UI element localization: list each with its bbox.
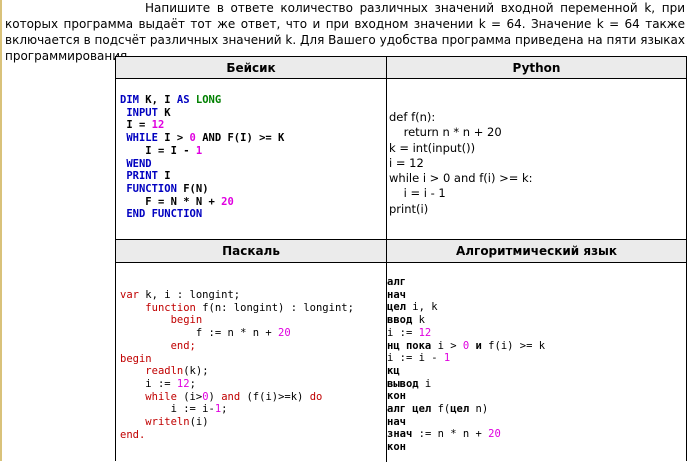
pascal-kw-end: end.	[120, 428, 146, 441]
header-basic: Бейсик	[116, 57, 386, 79]
python-line: i = i - 1	[389, 186, 446, 201]
algo-kc: кц	[387, 364, 400, 377]
algo-kw-znach: знач	[387, 428, 413, 441]
basic-kw-end-function: END FUNCTION	[126, 208, 203, 221]
algo-nc-cond2: f(i) >= k	[488, 339, 546, 352]
basic-input-var: K	[157, 106, 171, 119]
basic-kw-while: WHILE	[126, 132, 158, 145]
algo-znach-expr: := n * n +	[412, 428, 489, 441]
pascal-dec-lhs: i := i-	[170, 403, 215, 416]
algo-kw-nc: нц пока	[387, 339, 432, 352]
algo-cel-vars: i, k	[405, 301, 438, 314]
pascal-readln-args: (k);	[183, 365, 209, 378]
basic-dec-one: 1	[195, 144, 203, 157]
pascal-kw-while: while	[145, 390, 177, 403]
algo-dec-lhs: i := i -	[387, 352, 444, 365]
pascal-dec-semicolon: ;	[221, 403, 228, 416]
pascal-writeln-args: (i)	[189, 416, 209, 429]
pascal-kw-readln: readln	[145, 365, 184, 378]
algo-alg-cel-sig: f(	[431, 403, 451, 416]
algo-code: алг нач цел i, k ввод ki := 12 нц пока i > 0…	[387, 276, 545, 454]
left-margin-rule	[0, 0, 2, 461]
algo-alg: алг	[387, 276, 406, 288]
header-algo: Алгоритмический язык	[387, 239, 686, 263]
pascal-kw-and: and	[221, 390, 241, 403]
basic-kw-function: FUNCTION	[126, 182, 177, 195]
basic-i-assign: I =	[126, 119, 152, 132]
task-statement: Напишите в ответе количество различных з…	[5, 0, 685, 64]
algo-nc-and: и	[469, 339, 489, 352]
pascal-i-assign: i :=	[145, 377, 177, 390]
algo-kw-vyvod: вывод	[387, 377, 419, 390]
pascal-function-sig: f(n: longint) : longint;	[195, 301, 354, 314]
algo-vyvod-var: i	[418, 377, 432, 390]
algo-kw-vvod: ввод	[387, 314, 413, 327]
algo-alg-cel-arg: n)	[469, 403, 489, 416]
python-line: print(i)	[389, 201, 429, 216]
code-table: Бейсик Python Паскаль Алгоритмический яз…	[115, 56, 687, 462]
pascal-kw-end-inner: end;	[170, 339, 196, 352]
pascal-kw-begin: begin	[120, 352, 152, 365]
algo-vvod-var: k	[412, 314, 425, 327]
basic-f-num: 20	[221, 195, 234, 208]
algo-kw-cel-arg: цел	[450, 403, 470, 416]
header-python: Python	[387, 57, 686, 79]
basic-while-cond1: I >	[157, 132, 190, 145]
algo-kon: кон	[387, 390, 406, 403]
basic-kw-print: PRINT	[126, 170, 158, 183]
python-line: return n * n + 20	[389, 125, 502, 140]
pascal-kw-function: function	[145, 301, 196, 314]
basic-kw-input: INPUT	[126, 106, 158, 119]
basic-code: DIM K, I AS LONG INPUT K I = 12 WHILE I …	[120, 94, 284, 221]
basic-i-init: 12	[151, 119, 165, 132]
basic-function-sig: F(N)	[176, 182, 209, 195]
basic-dec-lhs: I = I -	[145, 144, 196, 157]
pascal-kw-begin-inner: begin	[170, 314, 203, 327]
algo-nach: нач	[387, 288, 406, 301]
algo-i-num: 12	[418, 326, 432, 339]
task-statement-text: Напишите в ответе количество различных з…	[5, 1, 685, 63]
algo-i-assign: i :=	[387, 326, 419, 339]
pascal-kw-var: var	[120, 289, 139, 301]
python-line: i = 12	[389, 155, 424, 170]
pascal-var-decl: k, i : longint;	[138, 289, 241, 301]
basic-kw-as: AS	[176, 94, 190, 106]
python-line: k = int(input())	[389, 140, 476, 155]
python-line: while i > 0 and f(i) >= k:	[389, 171, 533, 186]
pascal-i-num: 12	[176, 377, 190, 390]
basic-print-var: I	[157, 170, 171, 183]
pascal-while-cond2: )	[208, 390, 222, 403]
basic-kw-dim: DIM	[120, 94, 139, 106]
algo-kon-func: кон	[387, 441, 406, 454]
basic-while-cond2: AND F(I) >= K	[195, 132, 285, 145]
basic-kw-long: LONG	[195, 94, 222, 106]
algo-kw-cel: цел	[387, 301, 406, 314]
pascal-semicolon: ;	[189, 377, 196, 390]
header-pascal: Паскаль	[116, 239, 386, 263]
pascal-kw-do: do	[309, 390, 323, 403]
basic-f-expr: F = N * N +	[145, 195, 222, 208]
python-code: def f(n): return n * n + 20 k = int(input…	[389, 110, 533, 217]
algo-nach-func: нач	[387, 415, 406, 428]
python-line: def f(n):	[389, 110, 436, 124]
algo-dec-one: 1	[443, 352, 451, 365]
basic-kw-wend: WEND	[126, 157, 152, 170]
pascal-while-cond1: (i>	[176, 390, 203, 403]
pascal-code: var k, i : longint; function f(n: longin…	[120, 289, 354, 441]
pascal-f-num: 20	[278, 327, 291, 340]
pascal-while-cond3: (f(i)>=k)	[240, 390, 310, 403]
pascal-f-assign: f := n * n +	[195, 327, 279, 340]
algo-nc-cond1: i >	[431, 339, 463, 352]
algo-kw-alg-cel: алг цел	[387, 403, 432, 416]
pascal-kw-writeln: writeln	[145, 416, 190, 429]
algo-znach-num: 20	[488, 428, 501, 441]
basic-dim-vars: K, I	[138, 94, 177, 106]
